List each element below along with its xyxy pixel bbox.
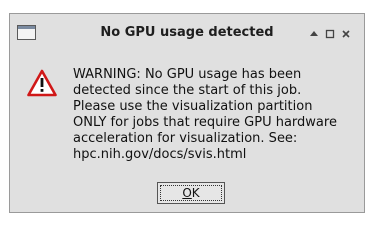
arrow-up-icon[interactable] (306, 27, 322, 41)
dialog-window: No GPU usage detected WARNING: No GPU us… (9, 13, 365, 213)
ok-label-rest: K (191, 186, 200, 200)
warning-triangle-icon (27, 69, 57, 97)
maximize-icon[interactable] (322, 27, 338, 41)
window-app-icon[interactable] (17, 25, 36, 40)
close-icon[interactable] (338, 27, 354, 41)
warning-message: WARNING: No GPU usage has been detected … (73, 67, 337, 162)
ok-focus-ring: OK (160, 185, 222, 201)
ok-button[interactable]: OK (157, 182, 225, 204)
title-bar[interactable]: No GPU usage detected (10, 14, 364, 49)
window-controls (306, 27, 354, 41)
ok-mnemonic: O (182, 186, 192, 200)
